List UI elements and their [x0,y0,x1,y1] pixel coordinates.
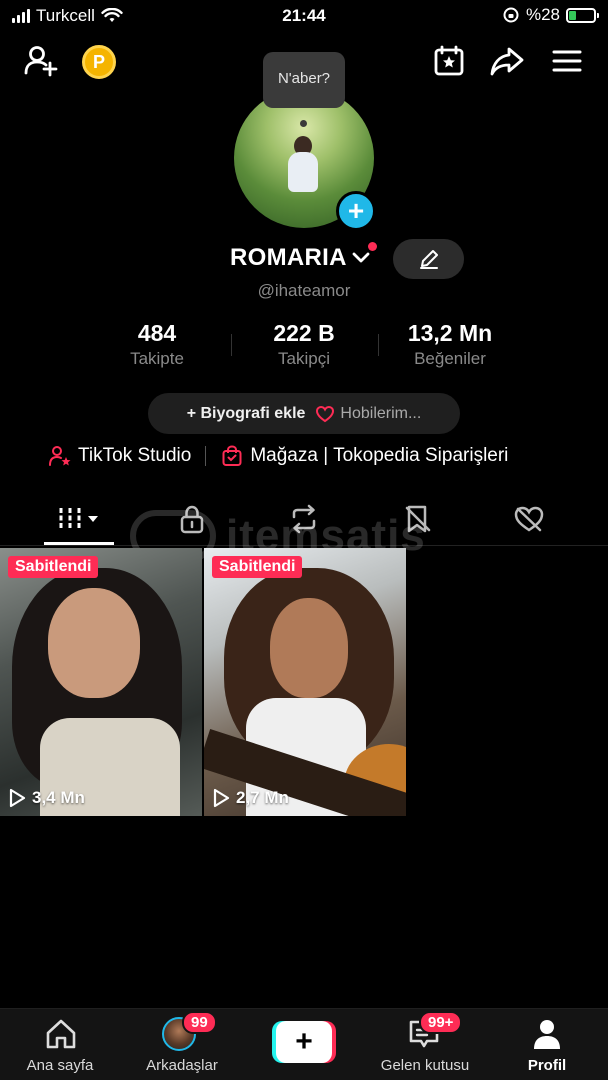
stat-followers[interactable]: 222 B Takipçi [244,320,364,369]
account-switcher[interactable]: ROMARIA [230,244,371,272]
chevron-down-icon [352,252,370,263]
nav-home-label: Ana sayfa [26,1057,94,1074]
coin-label: P [92,51,105,72]
heart-icon [316,405,335,422]
play-icon [9,788,26,808]
shopping-bag-icon [222,445,242,466]
thumbnail-face [48,588,140,698]
shop-label: Mağaza | Tokopedia Siparişleri [250,445,509,466]
link-separator [205,446,207,466]
play-icon [213,788,230,808]
coin-icon[interactable]: P [82,45,116,79]
shop-link[interactable]: Mağaza | Tokopedia Siparişleri [220,444,508,468]
note-bubble[interactable]: N'aber? [263,52,345,108]
orientation-lock-icon [503,7,519,23]
view-count: 3,4 Mn [8,788,85,808]
stat-value: 484 [137,320,177,346]
nav-friends-label: Arkadaşlar [146,1057,218,1074]
person-star-icon [49,446,71,466]
stat-label: Takipte [130,349,184,368]
stat-label: Takipçi [278,349,330,368]
nav-profile-label: Profil [527,1057,567,1074]
edit-profile-button[interactable] [393,239,464,279]
share-icon[interactable] [488,42,526,80]
stat-value: 222 B [273,320,335,346]
profile-name: ROMARIA [230,244,347,271]
liked-icon [514,506,544,532]
avatar-figure-body [288,152,318,192]
add-friend-icon[interactable] [22,42,60,80]
battery-icon [566,7,599,23]
notification-dot [368,242,377,251]
battery-percent: %28 [525,5,560,24]
note-bubble-tail [300,120,307,127]
battery-group: %28 [502,5,599,25]
bio-hobbies-pill: + Biyografi ekle Hobilerim... [148,393,460,434]
stat-divider [378,334,379,356]
profile-icon [530,1017,564,1051]
active-tab-indicator [44,542,114,545]
tab-liked[interactable] [493,496,565,542]
view-count: 2,7 Mn [212,788,289,808]
nav-inbox-label: Gelen kutusu [380,1057,470,1074]
video-tile[interactable]: Sabitlendi 3,4 Mn [0,548,202,816]
stat-likes[interactable]: 13,2 Mn Beğeniler [390,320,510,369]
menu-icon[interactable] [548,42,586,80]
create-button[interactable]: + [272,1021,336,1063]
stat-value: 13,2 Mn [407,320,493,346]
note-text: N'aber? [277,69,331,87]
thumbnail-face [270,598,348,698]
inbox-badge: 99+ [419,1011,463,1034]
add-bio-button[interactable]: + Biyografi ekle [187,405,306,423]
status-bar: Turkcell 21:44 %28 [0,0,608,32]
calendar-star-icon[interactable] [430,42,468,80]
stat-following[interactable]: 484 Takipte [97,320,217,369]
video-tile[interactable]: Sabitlendi 2,7 Mn [204,548,406,816]
pencil-icon [419,250,438,269]
battery-fill [569,10,576,20]
profile-stats: 484 Takipte 222 B Takipçi 13,2 Mn Beğeni… [0,320,608,374]
stat-label: Beğeniler [414,349,486,368]
home-icon [44,1017,78,1051]
view-count-value: 3,4 Mn [32,788,85,807]
tiktok-studio-link[interactable]: TikTok Studio [48,444,191,468]
pinned-badge: Sabitlendi [212,556,303,578]
hobbies-label: Hobilerim... [340,404,422,422]
profile-handle: @ihateamor [257,281,351,300]
friends-badge: 99 [182,1011,217,1034]
add-story-button[interactable]: + [336,191,376,231]
view-count-value: 2,7 Mn [236,788,289,807]
tiktok-studio-label: TikTok Studio [78,445,192,466]
stat-divider [231,334,232,356]
tab-videos[interactable] [43,496,115,542]
profile-links: TikTok Studio Mağaza | Tokopedia Sipariş… [48,444,508,468]
pinned-badge: Sabitlendi [8,556,99,578]
bottom-nav: Ana sayfa 99 Arkadaşlar + 99+ Gelen kutu… [0,1008,608,1080]
hobbies-button[interactable]: Hobilerim... [315,405,421,423]
plus-icon: + [276,1021,332,1063]
videos-grid-icon [59,508,98,530]
